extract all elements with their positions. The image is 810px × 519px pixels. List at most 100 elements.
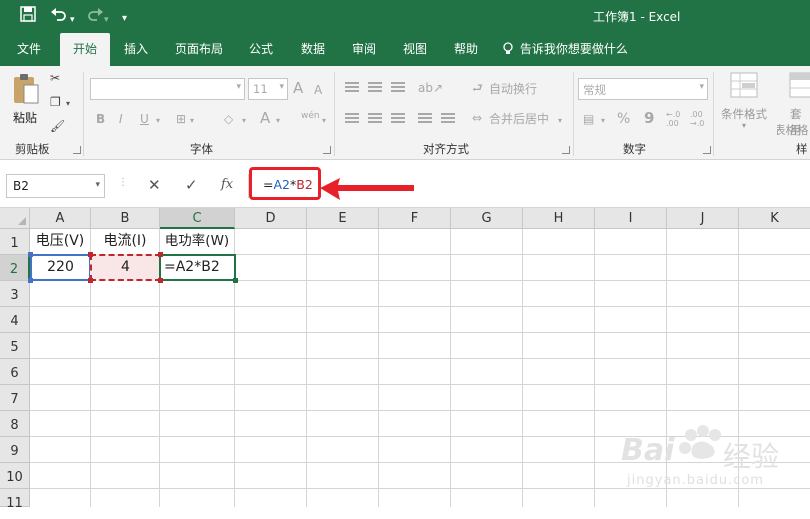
range-handle-a2[interactable]	[28, 252, 33, 257]
redo-dropdown-icon[interactable]: ▾	[104, 10, 109, 30]
wrap-text-icon[interactable]: ⮐	[472, 80, 483, 96]
orientation-icon[interactable]: ab↗	[418, 80, 443, 96]
tab-home[interactable]: 开始	[60, 33, 110, 66]
column-header-j[interactable]: J	[667, 208, 739, 229]
copy-icon[interactable]: ❐	[50, 94, 61, 110]
tab-formulas[interactable]: 公式	[241, 33, 281, 66]
merge-center-button[interactable]: 合并后居中	[489, 111, 549, 127]
italic-button[interactable]: I	[119, 111, 123, 127]
format-painter-icon[interactable]: 🖌	[50, 118, 65, 134]
font-color-dropdown-icon[interactable]: ▾	[276, 113, 280, 129]
range-handle-b2[interactable]	[88, 252, 93, 257]
row-header-4[interactable]: 4	[0, 307, 30, 333]
insert-function-button[interactable]: fx	[221, 177, 233, 192]
cell-a1[interactable]: 电压(V)	[30, 229, 90, 254]
column-header-f[interactable]: F	[379, 208, 451, 229]
formula-text[interactable]: =A2*B2	[263, 177, 313, 192]
range-handle-b2[interactable]	[158, 252, 163, 257]
name-box[interactable]: B2 ▾	[6, 174, 105, 198]
bold-button[interactable]: B	[96, 111, 105, 127]
increase-decimal-icon[interactable]: ←.0.00	[666, 110, 680, 128]
align-center-icon[interactable]	[368, 113, 382, 125]
column-header-k[interactable]: K	[739, 208, 810, 229]
shrink-font-icon[interactable]: A	[314, 82, 322, 98]
copy-dropdown-icon[interactable]: ▾	[66, 96, 70, 112]
row-header-5[interactable]: 5	[0, 333, 30, 359]
currency-dropdown-icon[interactable]: ▾	[601, 113, 605, 129]
borders-dropdown-icon[interactable]: ▾	[190, 113, 194, 129]
column-header-a[interactable]: A	[30, 208, 91, 229]
undo-dropdown-icon[interactable]: ▾	[70, 10, 75, 30]
column-header-e[interactable]: E	[307, 208, 379, 229]
fill-handle[interactable]	[233, 278, 238, 283]
number-launcher-icon[interactable]	[703, 146, 711, 154]
redo-icon[interactable]	[86, 6, 104, 27]
clipboard-launcher-icon[interactable]	[73, 146, 81, 154]
range-handle-b2[interactable]	[88, 278, 93, 283]
select-all-corner[interactable]	[0, 208, 30, 229]
comma-button[interactable]: 9	[644, 110, 654, 126]
save-icon[interactable]	[20, 6, 36, 27]
cell-c1[interactable]: 电功率(W)	[160, 229, 234, 254]
column-header-g[interactable]: G	[451, 208, 523, 229]
alignment-launcher-icon[interactable]	[562, 146, 570, 154]
format-as-table-button[interactable]: 套用 表格格	[777, 72, 810, 136]
underline-dropdown-icon[interactable]: ▾	[156, 113, 160, 129]
range-handle-a2[interactable]	[28, 278, 33, 283]
cut-icon[interactable]: ✂	[50, 70, 60, 86]
font-color-icon[interactable]: A	[260, 110, 270, 126]
font-size-dropdown[interactable]: 11 ▾	[248, 78, 288, 100]
tab-help[interactable]: 帮助	[446, 33, 486, 66]
column-header-i[interactable]: I	[595, 208, 667, 229]
row-header-9[interactable]: 9	[0, 437, 30, 463]
align-top-icon[interactable]	[345, 82, 359, 94]
undo-icon[interactable]	[50, 6, 68, 27]
tab-data[interactable]: 数据	[292, 33, 334, 66]
increase-indent-icon[interactable]	[441, 113, 455, 125]
tell-me-search[interactable]: 告诉我你想要做什么	[503, 33, 633, 66]
underline-button[interactable]: U	[140, 111, 149, 127]
row-header-2[interactable]: 2	[0, 255, 30, 281]
tab-view[interactable]: 视图	[395, 33, 435, 66]
row-header-11[interactable]: 11	[0, 489, 30, 511]
percent-button[interactable]: %	[617, 111, 630, 127]
column-header-c[interactable]: C	[160, 208, 235, 229]
decrease-indent-icon[interactable]	[418, 113, 432, 125]
name-box-dropdown-icon[interactable]: ▾	[95, 180, 100, 190]
cell-c2[interactable]: =A2*B2	[159, 254, 236, 281]
tab-file[interactable]: 文件	[8, 33, 50, 66]
row-header-10[interactable]: 10	[0, 463, 30, 489]
wrap-text-button[interactable]: 自动换行	[489, 81, 537, 97]
enter-icon[interactable]: ✓	[185, 176, 198, 194]
font-name-dropdown[interactable]: ▾	[90, 78, 245, 100]
paste-button[interactable]: 粘贴	[8, 71, 44, 131]
align-left-icon[interactable]	[345, 113, 359, 125]
number-format-dropdown[interactable]: 常规 ▾	[578, 78, 708, 100]
tab-insert[interactable]: 插入	[116, 33, 156, 66]
cell-b2[interactable]: 4	[90, 254, 161, 281]
phonetic-dropdown-icon[interactable]: ▾	[322, 113, 326, 129]
phonetic-icon[interactable]: wén	[301, 108, 320, 124]
column-header-b[interactable]: B	[91, 208, 160, 229]
cell-b1[interactable]: 电流(I)	[91, 229, 159, 254]
row-header-7[interactable]: 7	[0, 385, 30, 411]
conditional-formatting-button[interactable]: 条件格式 ▾	[720, 72, 772, 136]
font-launcher-icon[interactable]	[323, 146, 331, 154]
column-header-h[interactable]: H	[523, 208, 595, 229]
column-header-d[interactable]: D	[235, 208, 307, 229]
formula-bar-grip-icon[interactable]: ⋮	[118, 177, 128, 188]
align-middle-icon[interactable]	[368, 82, 382, 94]
row-header-8[interactable]: 8	[0, 411, 30, 437]
tab-page-layout[interactable]: 页面布局	[167, 33, 231, 66]
borders-icon[interactable]: ⊞	[176, 111, 186, 127]
cancel-icon[interactable]: ✕	[148, 176, 161, 194]
merge-dropdown-icon[interactable]: ▾	[558, 113, 562, 129]
align-bottom-icon[interactable]	[391, 82, 405, 94]
fill-color-icon[interactable]: ◇	[224, 111, 233, 127]
merge-icon[interactable]: ⇔	[472, 110, 482, 126]
align-right-icon[interactable]	[391, 113, 405, 125]
row-header-3[interactable]: 3	[0, 281, 30, 307]
decrease-decimal-icon[interactable]: .00 →.0	[690, 110, 704, 128]
fill-dropdown-icon[interactable]: ▾	[242, 113, 246, 129]
range-handle-b2[interactable]	[158, 278, 163, 283]
